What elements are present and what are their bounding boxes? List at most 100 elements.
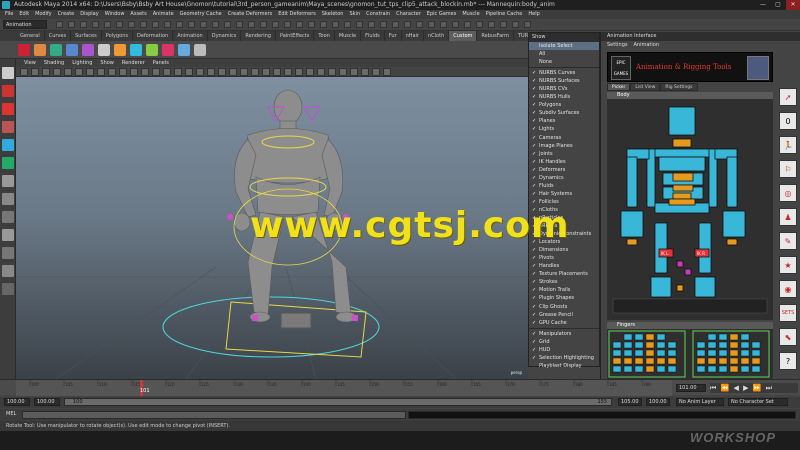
current-frame-field[interactable]: 101.00 — [676, 384, 706, 392]
layout-stack-icon[interactable] — [2, 247, 14, 259]
show-item-clip-ghosts[interactable]: Clip Ghosts — [529, 303, 599, 311]
status-tool-icon[interactable] — [416, 21, 423, 28]
status-tool-icon[interactable] — [236, 21, 243, 28]
show-item-polygons[interactable]: Polygons — [529, 101, 599, 109]
status-tool-icon[interactable] — [476, 21, 483, 28]
finger-control[interactable] — [667, 357, 677, 365]
status-tool-icon[interactable] — [440, 21, 447, 28]
menu-create[interactable]: Create — [55, 10, 78, 19]
show-item-lights[interactable]: Lights — [529, 125, 599, 133]
panel-toolbar-icon[interactable] — [328, 68, 336, 76]
finger-control[interactable] — [623, 349, 633, 357]
show-item-ik-handles[interactable]: IK Handles — [529, 158, 599, 166]
panel-toolbar-icon[interactable] — [251, 68, 259, 76]
panel-toolbar-icon[interactable] — [262, 68, 270, 76]
panel-toolbar-icon[interactable] — [86, 68, 94, 76]
status-tool-icon[interactable] — [80, 21, 87, 28]
shelf-tab-rebusfarm[interactable]: RebusFarm — [477, 31, 514, 41]
finger-control[interactable] — [667, 349, 677, 357]
finger-control[interactable] — [751, 349, 761, 357]
finger-control[interactable] — [656, 333, 666, 341]
panel-toolbar-icon[interactable] — [64, 68, 72, 76]
show-item-hair-systems[interactable]: Hair Systems — [529, 190, 599, 198]
panel-menu-show[interactable]: Show — [96, 59, 118, 67]
finger-control[interactable] — [634, 333, 644, 341]
show-item-hud[interactable]: HUD — [529, 346, 599, 354]
maximize-button[interactable]: ▢ — [771, 0, 785, 10]
planet-icon[interactable]: ◎ — [779, 184, 797, 202]
fingers-section-header[interactable]: Fingers — [607, 322, 773, 329]
finger-control[interactable] — [729, 341, 739, 349]
show-item-texture-placements[interactable]: Texture Placements — [529, 270, 599, 278]
show-item-dynamics[interactable]: Dynamics — [529, 174, 599, 182]
status-tool-icon[interactable] — [224, 21, 231, 28]
shelf-tab-polygons[interactable]: Polygons — [102, 31, 133, 41]
character-avatar[interactable] — [747, 56, 769, 80]
outliner-layout-icon[interactable] — [2, 265, 14, 277]
menu-edit[interactable]: Edit — [16, 10, 32, 19]
shelf-tab-fluids[interactable]: Fluids — [361, 31, 385, 41]
panel-menu-panels[interactable]: Panels — [149, 59, 173, 67]
status-tool-icon[interactable] — [272, 21, 279, 28]
status-tool-icon[interactable] — [152, 21, 159, 28]
show-item-nurbs-curves[interactable]: NURBS Curves — [529, 69, 599, 77]
panel-toolbar-icon[interactable] — [97, 68, 105, 76]
show-item-nurbs-surfaces[interactable]: NURBS Surfaces — [529, 77, 599, 85]
status-tool-icon[interactable] — [68, 21, 75, 28]
status-tool-icon[interactable] — [464, 21, 471, 28]
select-tool-icon[interactable] — [2, 67, 14, 79]
panel-toolbar-icon[interactable] — [295, 68, 303, 76]
anim-menu-settings[interactable]: Settings — [607, 41, 628, 49]
shelf-tab-animation[interactable]: Animation — [173, 31, 208, 41]
lasso-tool-icon[interactable] — [2, 85, 14, 97]
menu-window[interactable]: Window — [102, 10, 128, 19]
finger-control[interactable] — [696, 357, 706, 365]
shelf-button-icon[interactable] — [82, 44, 94, 56]
finger-control[interactable] — [729, 357, 739, 365]
finger-control[interactable] — [645, 365, 655, 373]
status-tool-icon[interactable] — [404, 21, 411, 28]
finger-control[interactable] — [656, 341, 666, 349]
menu-skin[interactable]: Skin — [346, 10, 363, 19]
shelf-tab-muscle[interactable]: Muscle — [335, 31, 362, 41]
status-tool-icon[interactable] — [332, 21, 339, 28]
show-item-image-planes[interactable]: Image Planes — [529, 142, 599, 150]
panel-toolbar-icon[interactable] — [196, 68, 204, 76]
shelf-tab-dynamics[interactable]: Dynamics — [208, 31, 242, 41]
finger-control[interactable] — [612, 341, 622, 349]
anim-menu-animation[interactable]: Animation — [634, 41, 660, 49]
show-item-fluids[interactable]: Fluids — [529, 182, 599, 190]
status-tool-icon[interactable] — [356, 21, 363, 28]
menu-constrain[interactable]: Constrain — [363, 10, 393, 19]
finger-control[interactable] — [645, 333, 655, 341]
shelf-button-icon[interactable] — [130, 44, 142, 56]
status-tool-icon[interactable] — [164, 21, 171, 28]
finger-control[interactable] — [634, 341, 644, 349]
show-item-cameras[interactable]: Cameras — [529, 134, 599, 142]
finger-control[interactable] — [645, 357, 655, 365]
playback-start-field[interactable]: 100.00 — [34, 398, 60, 406]
menu-file[interactable]: File — [2, 10, 16, 19]
menu-geometry-cache[interactable]: Geometry Cache — [177, 10, 225, 19]
status-tool-icon[interactable] — [320, 21, 327, 28]
status-tool-icon[interactable] — [176, 21, 183, 28]
finger-control[interactable] — [707, 357, 717, 365]
minimize-button[interactable]: — — [756, 0, 770, 10]
show-item-strokes[interactable]: Strokes — [529, 278, 599, 286]
finger-control[interactable] — [623, 341, 633, 349]
show-item-subdiv-surfaces[interactable]: Subdiv Surfaces — [529, 109, 599, 117]
panel-menu-shading[interactable]: Shading — [40, 59, 68, 67]
menu-pipeline-cache[interactable]: Pipeline Cache — [483, 10, 526, 19]
playback-end-field[interactable]: 105.00 — [618, 398, 642, 406]
finger-control[interactable] — [718, 341, 728, 349]
finger-control[interactable] — [623, 333, 633, 341]
status-tool-icon[interactable] — [188, 21, 195, 28]
shelf-button-icon[interactable] — [194, 44, 206, 56]
status-tool-icon[interactable] — [512, 21, 519, 28]
mel-input[interactable] — [22, 411, 406, 419]
finger-control[interactable] — [656, 357, 666, 365]
rotate-tool-icon[interactable] — [2, 139, 14, 151]
panel-toolbar-icon[interactable] — [361, 68, 369, 76]
show-item-selection-highlighting[interactable]: Selection Highlighting — [529, 354, 599, 362]
finger-control[interactable] — [751, 357, 761, 365]
